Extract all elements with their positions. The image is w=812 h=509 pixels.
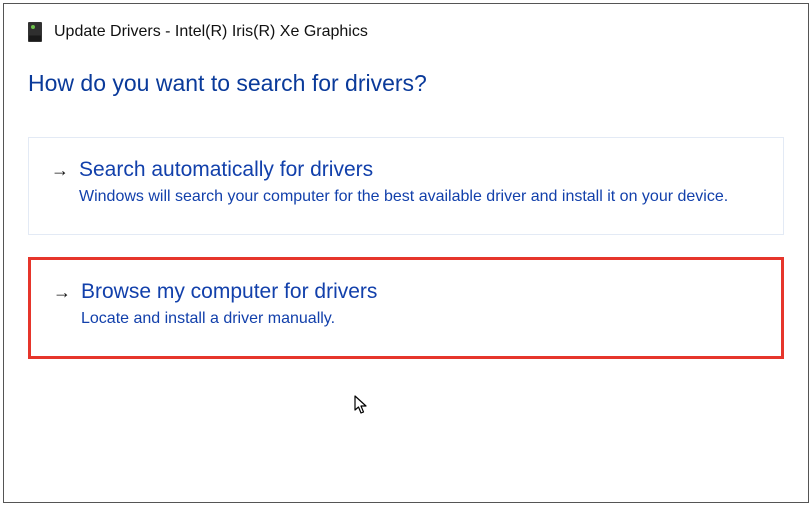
device-icon bbox=[28, 22, 42, 42]
option-title: Search automatically for drivers bbox=[79, 156, 761, 184]
arrow-right-icon: → bbox=[53, 278, 71, 306]
page-heading: How do you want to search for drivers? bbox=[28, 70, 784, 97]
update-drivers-dialog: Update Drivers - Intel(R) Iris(R) Xe Gra… bbox=[3, 3, 809, 503]
option-row: → Search automatically for drivers Windo… bbox=[51, 156, 761, 208]
option-body: Browse my computer for drivers Locate an… bbox=[81, 278, 759, 330]
option-search-automatically[interactable]: → Search automatically for drivers Windo… bbox=[28, 137, 784, 235]
option-description: Locate and install a driver manually. bbox=[81, 308, 759, 330]
option-description: Windows will search your computer for th… bbox=[79, 186, 761, 208]
content-area: How do you want to search for drivers? →… bbox=[4, 52, 808, 405]
arrow-right-icon: → bbox=[51, 156, 69, 184]
option-title: Browse my computer for drivers bbox=[81, 278, 759, 306]
option-body: Search automatically for drivers Windows… bbox=[79, 156, 761, 208]
titlebar: Update Drivers - Intel(R) Iris(R) Xe Gra… bbox=[4, 4, 808, 52]
option-row: → Browse my computer for drivers Locate … bbox=[53, 278, 759, 330]
dialog-title: Update Drivers - Intel(R) Iris(R) Xe Gra… bbox=[54, 23, 368, 41]
option-browse-computer[interactable]: → Browse my computer for drivers Locate … bbox=[28, 257, 784, 359]
